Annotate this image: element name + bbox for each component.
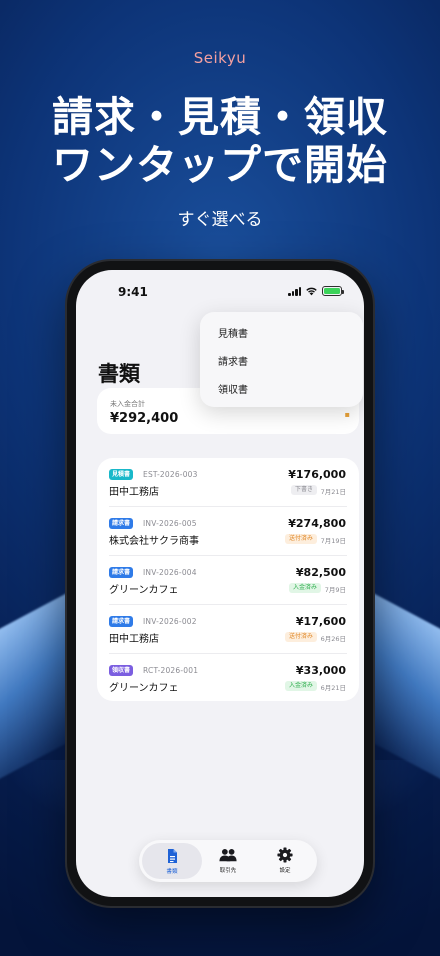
unpaid-total-label: 未入金合計 [110, 400, 145, 408]
status-time: 9:41 [118, 285, 148, 299]
document-number: RCT-2026-001 [143, 666, 199, 675]
battery-icon [322, 286, 344, 296]
status-bar: 9:41 [76, 270, 364, 314]
document-icon [168, 849, 177, 863]
tab-clients-label: 取引先 [219, 868, 237, 874]
headline-line-1: 請求・見積・領収 [52, 93, 388, 141]
client-name: 株式会社サクラ商事 [109, 536, 199, 547]
document-date: 7月9日 [324, 586, 346, 594]
document-row[interactable]: 見積書 EST-2026-003 田中工務店 ¥176,000 下書き 7月21… [97, 458, 359, 507]
document-amount: ¥176,000 [288, 468, 346, 481]
document-row[interactable]: 領収書 RCT-2026-001 グリーンカフェ ¥33,000 入金済み 6月… [97, 654, 359, 703]
document-number: INV-2026-004 [143, 568, 197, 577]
document-amount: ¥17,600 [295, 615, 346, 628]
tab-clients[interactable]: 取引先 [199, 840, 257, 882]
new-document-menu: 見積書 請求書 領収書 [200, 312, 363, 407]
document-amount: ¥33,000 [295, 664, 346, 677]
tab-bar: 書類 取引先 設定 [139, 840, 317, 882]
phone-screen: 9:41 書類 未入金合計 ¥292,400 ▪ 見積書 請求書 領収書 見積書… [76, 270, 364, 897]
page-title: 書類 [98, 362, 140, 386]
document-type-badge: 請求書 [109, 567, 134, 578]
client-name: グリーンカフェ [109, 585, 179, 596]
people-icon [219, 848, 237, 862]
tab-settings[interactable]: 設定 [256, 840, 314, 882]
summary-indicator-icon: ▪ [344, 410, 350, 419]
client-name: グリーンカフェ [109, 683, 179, 694]
client-name: 田中工務店 [109, 487, 159, 498]
document-type-badge: 領収書 [109, 665, 134, 676]
document-type-badge: 見積書 [109, 469, 134, 480]
tab-documents-label: 書類 [166, 869, 178, 875]
brand-name: Seikyu [193, 49, 247, 67]
document-row[interactable]: 請求書 INV-2026-005 株式会社サクラ商事 ¥274,800 送付済み… [97, 507, 359, 556]
document-date: 6月26日 [320, 635, 346, 643]
document-type-badge: 請求書 [109, 518, 134, 529]
document-list: 見積書 EST-2026-003 田中工務店 ¥176,000 下書き 7月21… [97, 458, 359, 701]
gear-icon [277, 847, 293, 863]
status-badge: 下書き [291, 485, 318, 495]
document-number: INV-2026-002 [143, 617, 197, 626]
document-amount: ¥82,500 [295, 566, 346, 579]
document-row[interactable]: 請求書 INV-2026-002 田中工務店 ¥17,600 送付済み 6月26… [97, 605, 359, 654]
headline: 請求・見積・領収 ワンタップで開始 [0, 93, 440, 189]
phone-frame: 9:41 書類 未入金合計 ¥292,400 ▪ 見積書 請求書 領収書 見積書… [67, 261, 373, 906]
tab-documents[interactable]: 書類 [142, 843, 202, 879]
status-badge: 入金済み [285, 681, 318, 691]
document-number: INV-2026-005 [143, 519, 197, 528]
document-number: EST-2026-003 [143, 470, 198, 479]
document-date: 6月21日 [320, 684, 346, 692]
status-badge: 入金済み [289, 583, 322, 593]
document-amount: ¥274,800 [288, 517, 346, 530]
status-badge: 送付済み [285, 632, 318, 642]
document-date: 7月21日 [320, 488, 346, 496]
document-type-badge: 請求書 [109, 616, 134, 627]
menu-item-receipt[interactable]: 領収書 [218, 381, 248, 396]
wifi-icon [306, 287, 317, 296]
menu-item-estimate[interactable]: 見積書 [218, 325, 248, 340]
headline-line-2: ワンタップで開始 [52, 141, 388, 189]
menu-item-invoice[interactable]: 請求書 [218, 353, 248, 368]
unpaid-total-value: ¥292,400 [110, 411, 179, 426]
client-name: 田中工務店 [109, 634, 159, 645]
status-icons [288, 286, 344, 296]
status-badge: 送付済み [285, 534, 318, 544]
document-row[interactable]: 請求書 INV-2026-004 グリーンカフェ ¥82,500 入金済み 7月… [97, 556, 359, 605]
subline: すぐ選べる [177, 210, 263, 230]
tab-settings-label: 設定 [279, 868, 291, 874]
cellular-signal-icon [288, 286, 301, 296]
document-date: 7月19日 [320, 537, 346, 545]
